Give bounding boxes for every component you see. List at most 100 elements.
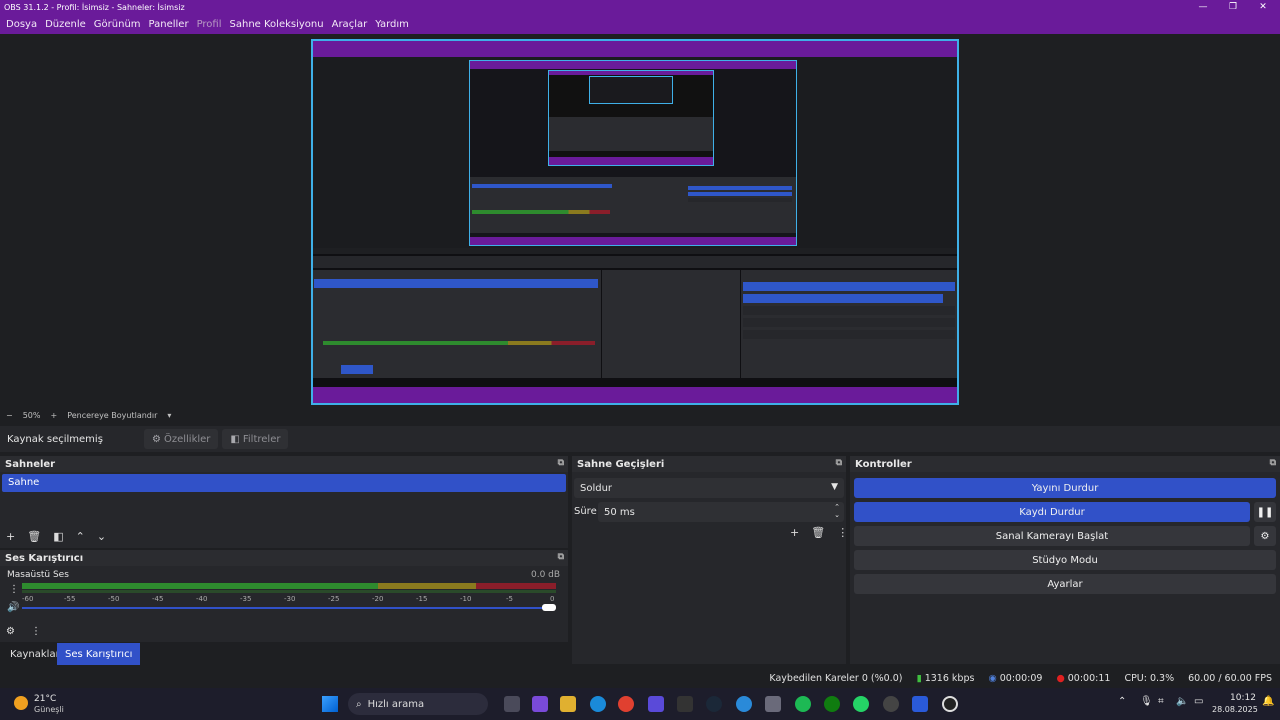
nested-zoom-bar bbox=[313, 248, 957, 254]
pause-icon[interactable]: ❚❚ bbox=[1254, 502, 1276, 522]
file-explorer-icon[interactable] bbox=[560, 696, 576, 712]
signal-icon: ▮ bbox=[916, 672, 922, 684]
volume-slider-track[interactable] bbox=[22, 607, 552, 609]
popout-icon[interactable]: ⧉ bbox=[1270, 458, 1276, 468]
weather-temp[interactable]: 21°C bbox=[34, 694, 56, 704]
preview-canvas[interactable] bbox=[311, 39, 959, 405]
filters-label: Filtreler bbox=[242, 433, 281, 445]
clock-date[interactable]: 28.08.2025 bbox=[1212, 705, 1258, 714]
trash-icon[interactable]: 🗑 bbox=[27, 530, 41, 543]
meter-ticks: -60 -55 -50 -45 -40 -35 -30 -25 -20 -15 … bbox=[22, 595, 562, 605]
weather-desc[interactable]: Güneşli bbox=[34, 705, 64, 714]
stop-recording-button[interactable]: Kaydı Durdur bbox=[854, 502, 1250, 522]
chevron-up-icon[interactable]: ⌃ bbox=[76, 530, 85, 543]
microphone-icon[interactable]: 🎙 bbox=[1140, 696, 1153, 707]
whatsapp-icon[interactable] bbox=[853, 696, 869, 712]
popout-icon[interactable]: ⧉ bbox=[558, 552, 564, 562]
sun-icon bbox=[14, 696, 28, 710]
spotify-icon[interactable] bbox=[795, 696, 811, 712]
task-view-icon[interactable] bbox=[504, 696, 520, 712]
nested3-docks bbox=[549, 117, 713, 151]
nested2-docks bbox=[470, 177, 796, 233]
scale-mode[interactable]: Pencereye Boyutlandır bbox=[67, 411, 157, 420]
zoom-in-button[interactable]: + bbox=[50, 411, 57, 420]
gear-icon[interactable]: ⚙ bbox=[1254, 526, 1276, 546]
nested2-stop-rec bbox=[688, 192, 792, 196]
menu-view[interactable]: Görünüm bbox=[90, 19, 145, 30]
menu-file[interactable]: Dosya bbox=[2, 19, 41, 30]
more-icon[interactable]: ⋮ bbox=[31, 626, 41, 637]
taskbar-search[interactable]: ⌕ Hızlı arama bbox=[348, 693, 488, 715]
network-icon[interactable]: ⌗ bbox=[1158, 696, 1164, 707]
volume-slider-handle[interactable] bbox=[542, 604, 556, 611]
chevron-down-icon[interactable]: ▾ bbox=[167, 411, 171, 420]
studio-mode-button[interactable]: Stüdyo Modu bbox=[854, 550, 1276, 570]
transitions-toolbar: + 🗑 ⋮ bbox=[790, 526, 848, 539]
properties-button[interactable]: ⚙ Özellikler bbox=[144, 429, 219, 449]
maximize-button[interactable]: ❐ bbox=[1218, 0, 1248, 14]
browser-icon[interactable] bbox=[736, 696, 752, 712]
obs-icon[interactable] bbox=[942, 696, 958, 712]
settings-button[interactable]: Ayarlar bbox=[854, 574, 1276, 594]
speaker-icon[interactable]: 🔊 bbox=[7, 602, 19, 613]
menu-edit[interactable]: Düzenle bbox=[41, 19, 90, 30]
spin-icon[interactable]: ⌃ ⌄ bbox=[834, 503, 840, 519]
virtual-camera-button[interactable]: Sanal Kamerayı Başlat bbox=[854, 526, 1250, 546]
steam-icon[interactable] bbox=[706, 696, 722, 712]
add-icon[interactable]: + bbox=[790, 526, 799, 539]
chrome-icon[interactable] bbox=[618, 696, 634, 712]
nested-menu-bar bbox=[313, 48, 957, 57]
add-scene-icon[interactable]: + bbox=[6, 530, 15, 543]
xbox-icon[interactable] bbox=[824, 696, 840, 712]
popout-icon[interactable]: ⧉ bbox=[558, 458, 564, 468]
meter-peak bbox=[22, 590, 556, 593]
clock-time[interactable]: 10:12 bbox=[1230, 693, 1256, 703]
office-icon[interactable] bbox=[912, 696, 928, 712]
stop-stream-button[interactable]: Yayını Durdur bbox=[854, 478, 1276, 498]
stream-time-value: 00:00:09 bbox=[999, 672, 1043, 684]
tab-audio-mixer[interactable]: Ses Karıştırıcı bbox=[57, 643, 141, 665]
volume-icon[interactable]: 🔈 bbox=[1176, 696, 1188, 707]
gear-icon[interactable]: ⚙ bbox=[6, 626, 15, 637]
channel-level: 0.0 dB bbox=[531, 570, 561, 580]
epic-games-icon[interactable] bbox=[677, 696, 693, 712]
more-icon[interactable]: ⋮ bbox=[9, 584, 19, 595]
rec-time: ● 00:00:11 bbox=[1056, 673, 1110, 684]
scene-item[interactable]: Sahne bbox=[2, 474, 566, 492]
bitrate: ▮ 1316 kbps bbox=[916, 673, 974, 684]
zoom-bar: − 50% + Pencereye Boyutlandır ▾ bbox=[0, 408, 1280, 423]
edge-icon[interactable] bbox=[590, 696, 606, 712]
chatgpt-icon[interactable] bbox=[883, 696, 899, 712]
store-icon[interactable] bbox=[765, 696, 781, 712]
menu-docks[interactable]: Paneller bbox=[145, 19, 193, 30]
chevron-down-icon[interactable]: ⌄ bbox=[97, 530, 106, 543]
battery-icon[interactable]: ▭ bbox=[1194, 696, 1203, 707]
more-icon[interactable]: ⋮ bbox=[837, 526, 848, 539]
tick: -30 bbox=[284, 595, 296, 603]
notification-icon[interactable]: 🔔 bbox=[1262, 696, 1274, 707]
duration-input[interactable]: 50 ms ⌃ ⌄ bbox=[598, 502, 844, 522]
minimize-button[interactable]: — bbox=[1188, 0, 1218, 14]
tick: -60 bbox=[22, 595, 34, 603]
menu-profile[interactable]: Profil bbox=[193, 19, 226, 30]
transition-select[interactable]: Soldur ▼ bbox=[574, 478, 844, 498]
source-toolbar: Kaynak seçilmemiş ⚙ Özellikler ◧ Filtrel… bbox=[0, 426, 1280, 452]
popout-icon[interactable]: ⧉ bbox=[836, 458, 842, 468]
dropped-frames: Kaybedilen Kareler 0 (%0.0) bbox=[769, 672, 903, 684]
chevron-up-icon[interactable]: ⌃ bbox=[1118, 696, 1126, 707]
zoom-out-button[interactable]: − bbox=[6, 411, 13, 420]
trash-icon[interactable]: 🗑 bbox=[811, 526, 825, 539]
filters-button[interactable]: ◧ Filtreler bbox=[222, 429, 289, 449]
copilot-icon[interactable] bbox=[532, 696, 548, 712]
windows-start-icon[interactable] bbox=[322, 696, 338, 712]
menu-tools[interactable]: Araçlar bbox=[328, 19, 372, 30]
close-button[interactable]: ✕ bbox=[1248, 0, 1278, 14]
nested-stop-stream bbox=[743, 282, 955, 291]
filter-icon[interactable]: ◧ bbox=[53, 530, 63, 543]
zoom-value: 50% bbox=[22, 411, 41, 420]
menu-scene-collection[interactable]: Sahne Koleksiyonu bbox=[226, 19, 328, 30]
menu-help[interactable]: Yardım bbox=[371, 19, 413, 30]
stream-time: ◉ 00:00:09 bbox=[988, 673, 1042, 684]
nested-source-bar bbox=[313, 256, 957, 268]
teams-icon[interactable] bbox=[648, 696, 664, 712]
